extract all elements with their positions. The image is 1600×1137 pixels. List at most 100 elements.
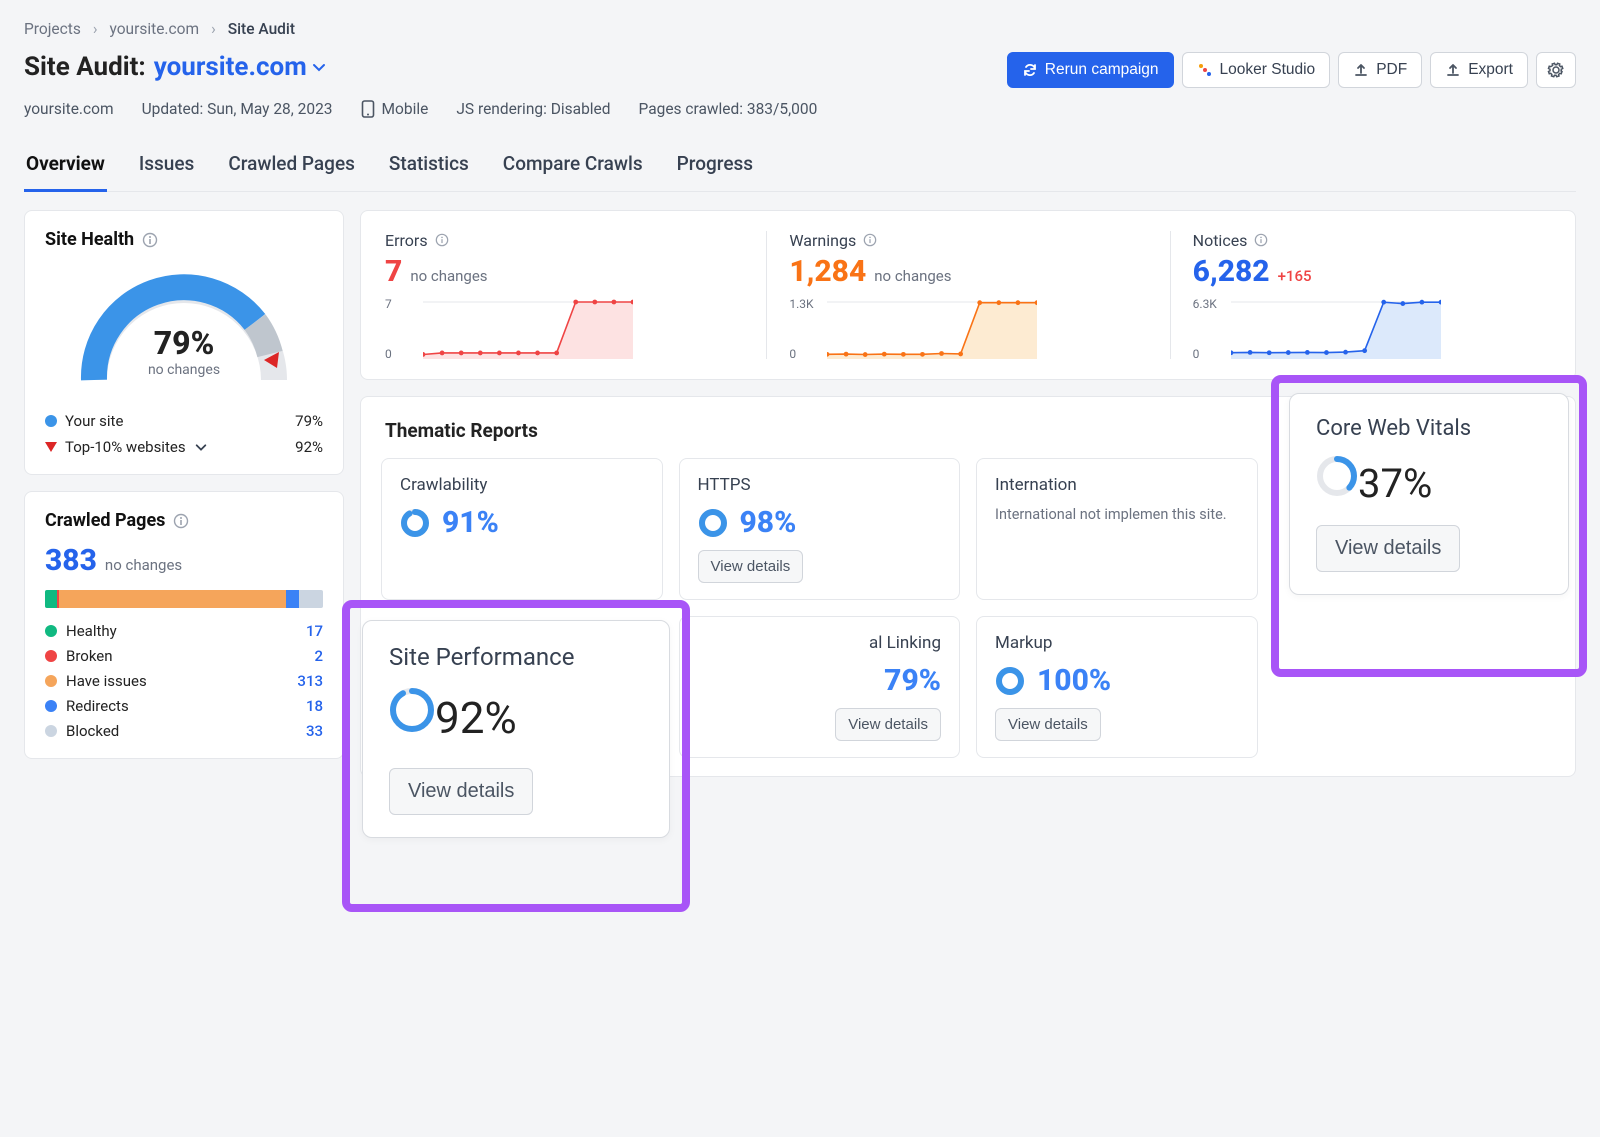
- info-icon[interactable]: [142, 232, 158, 248]
- notices-card: Notices 6,282+165 6.3K 0: [1170, 231, 1573, 359]
- view-details-button[interactable]: View details: [995, 708, 1101, 741]
- site-name: yoursite.com: [154, 52, 307, 82]
- header-actions: Rerun campaign Looker Studio PDF Export: [1007, 52, 1576, 88]
- crawled-legend-value: 17: [289, 622, 323, 640]
- chevron-down-icon: [194, 440, 208, 454]
- chevron-down-icon: [311, 59, 327, 75]
- cwv-title: Core Web Vitals: [1316, 416, 1542, 441]
- tab-progress[interactable]: Progress: [675, 152, 755, 191]
- crawled-value: 383: [45, 543, 97, 578]
- tab-issues[interactable]: Issues: [137, 152, 196, 191]
- https-card: HTTPS 98% View details: [679, 458, 961, 600]
- looker-label: Looker Studio: [1220, 61, 1316, 79]
- site-selector[interactable]: yoursite.com: [154, 52, 327, 82]
- pdf-button[interactable]: PDF: [1338, 52, 1422, 88]
- warnings-sparkline: 1.3K 0: [789, 299, 1147, 359]
- info-icon[interactable]: [1254, 233, 1270, 249]
- tabs: Overview Issues Crawled Pages Statistics…: [24, 152, 1576, 192]
- site-health-title: Site Health: [45, 229, 134, 250]
- view-details-button[interactable]: View details: [698, 550, 804, 583]
- refresh-icon: [1022, 62, 1038, 78]
- site-health-sub: no changes: [148, 362, 220, 378]
- dot-icon: [45, 675, 57, 687]
- breadcrumb-domain[interactable]: yoursite.com: [110, 20, 200, 38]
- info-icon[interactable]: [435, 233, 451, 249]
- crawled-bar: [45, 590, 323, 608]
- tab-compare-crawls[interactable]: Compare Crawls: [501, 152, 645, 191]
- crawled-legend-label: Broken: [66, 647, 113, 665]
- looker-icon: [1197, 62, 1213, 78]
- warnings-card: Warnings 1,284no changes 1.3K 0: [766, 231, 1169, 359]
- legend-top10-pct: 92%: [295, 438, 323, 456]
- meta-device: Mobile: [361, 100, 429, 118]
- crawled-legend-label: Redirects: [66, 697, 129, 715]
- bar-segment: [299, 590, 323, 608]
- pdf-label: PDF: [1376, 61, 1407, 79]
- errors-sub: no changes: [410, 267, 487, 285]
- looker-studio-button[interactable]: Looker Studio: [1182, 52, 1331, 88]
- internal-linking-title: al Linking: [698, 633, 942, 653]
- errors-value: 7: [385, 254, 402, 289]
- view-details-button[interactable]: View details: [389, 768, 533, 815]
- bar-segment: [59, 590, 286, 608]
- export-button[interactable]: Export: [1430, 52, 1528, 88]
- tab-crawled-pages[interactable]: Crawled Pages: [226, 152, 357, 191]
- internal-linking-card: al Linking 79% View details: [679, 616, 961, 758]
- settings-button[interactable]: [1536, 52, 1576, 88]
- export-label: Export: [1468, 61, 1513, 79]
- crawled-legend-row[interactable]: Have issues 313: [45, 672, 323, 690]
- meta-domain: yoursite.com: [24, 100, 114, 118]
- errors-sparkline: 7 0: [385, 299, 744, 359]
- ring-icon: [698, 508, 728, 538]
- markup-pct: 100%: [1037, 663, 1111, 698]
- warnings-sub: no changes: [874, 267, 951, 285]
- crawled-legend-value: 33: [289, 722, 323, 740]
- warnings-title: Warnings: [789, 231, 856, 250]
- chevron-right-icon: ›: [93, 20, 98, 38]
- internal-linking-pct: 79%: [884, 663, 941, 698]
- dot-icon: [45, 700, 57, 712]
- crawled-legend-row[interactable]: Redirects18: [45, 697, 323, 715]
- rerun-button[interactable]: Rerun campaign: [1007, 52, 1174, 88]
- rerun-label: Rerun campaign: [1045, 61, 1159, 79]
- crawled-legend-value: 313: [289, 672, 323, 690]
- view-details-button[interactable]: View details: [1316, 525, 1460, 572]
- legend-top10: Top-10% websites: [65, 438, 186, 456]
- tab-statistics[interactable]: Statistics: [387, 152, 471, 191]
- markup-card: Markup 100% View details: [976, 616, 1258, 758]
- top-summary-card: Errors 7 no changes 7 0 Warnings 1,284no …: [360, 210, 1576, 380]
- crawled-title: Crawled Pages: [45, 510, 165, 531]
- tab-overview[interactable]: Overview: [24, 152, 107, 192]
- errors-title: Errors: [385, 231, 428, 250]
- breadcrumb-projects[interactable]: Projects: [24, 20, 81, 38]
- breadcrumb: Projects › yoursite.com › Site Audit: [24, 20, 1576, 38]
- view-details-button[interactable]: View details: [835, 708, 941, 741]
- crawled-legend-label: Blocked: [66, 722, 119, 740]
- legend-top10-row[interactable]: Top-10% websites 92%: [45, 438, 323, 456]
- breadcrumb-current: Site Audit: [228, 20, 295, 38]
- site-health-card: Site Health 79% no changes Your site: [24, 210, 344, 475]
- notices-value: 6,282: [1193, 254, 1270, 289]
- meta-row: yoursite.com Updated: Sun, May 28, 2023 …: [24, 100, 1576, 118]
- ring-icon: [995, 666, 1025, 696]
- bar-segment: [45, 590, 57, 608]
- crawled-legend-row[interactable]: Healthy17: [45, 622, 323, 640]
- notices-delta: +165: [1278, 267, 1312, 285]
- info-icon[interactable]: [173, 513, 189, 529]
- crawled-legend-label: Have issues: [66, 672, 147, 690]
- crawled-legend-row[interactable]: Broken2: [45, 647, 323, 665]
- site-health-value: 79%: [148, 324, 220, 362]
- ring-icon: [389, 719, 435, 737]
- info-icon[interactable]: [863, 233, 879, 249]
- chevron-right-icon: ›: [211, 20, 216, 38]
- crawled-sub: no changes: [105, 556, 182, 574]
- upload-icon: [1353, 62, 1369, 78]
- ring-icon: [400, 508, 430, 538]
- crawlability-card: Crawlability 91%: [381, 458, 663, 600]
- markup-title: Markup: [995, 633, 1239, 653]
- dot-icon: [45, 650, 57, 662]
- dot-icon: [45, 415, 57, 427]
- legend-your-site-pct: 79%: [295, 412, 323, 430]
- site-performance-title: Site Performance: [389, 643, 643, 671]
- crawled-legend-row[interactable]: Blocked 33: [45, 722, 323, 740]
